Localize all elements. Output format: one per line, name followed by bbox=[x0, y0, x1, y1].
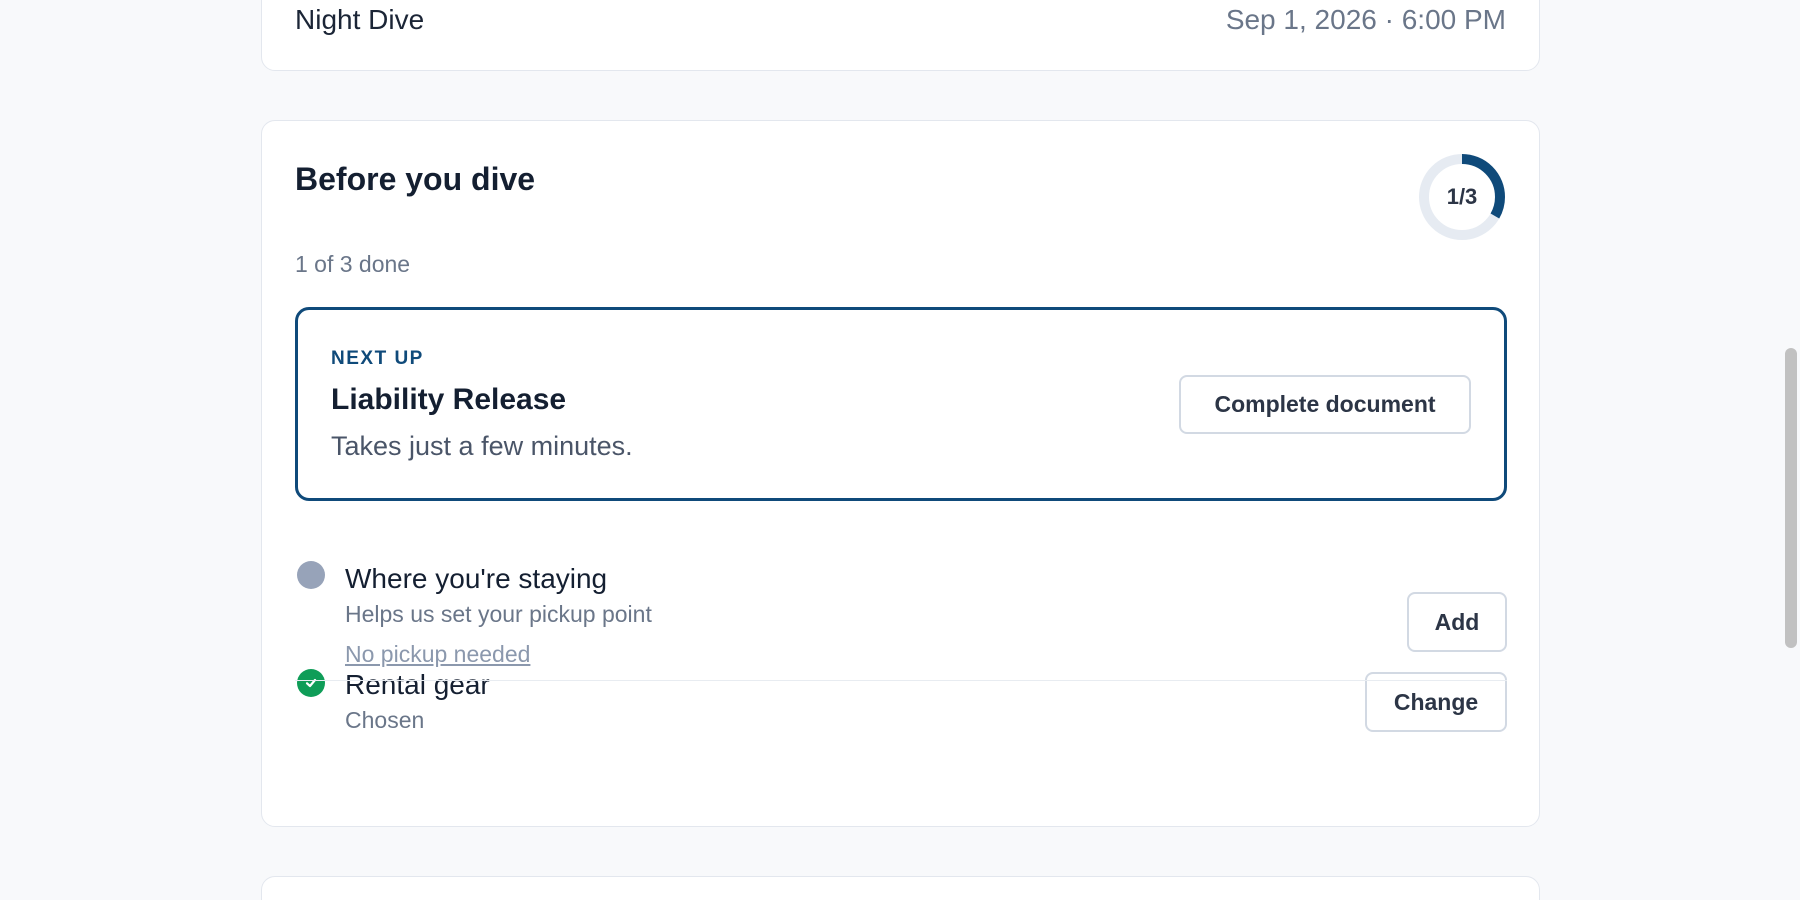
trip-summary-card: Night Dive Sep 1, 2026 · 6:00 PM bbox=[261, 0, 1540, 71]
checklist-card: Before you dive 1/3 1 of 3 done NEXT UP … bbox=[261, 120, 1540, 827]
complete-document-button[interactable]: Complete document bbox=[1179, 375, 1471, 434]
next-up-eyebrow: NEXT UP bbox=[331, 348, 424, 369]
task-row-where-staying: Where you're staying Helps us set your p… bbox=[295, 549, 1507, 733]
page: Night Dive Sep 1, 2026 · 6:00 PM Before … bbox=[0, 0, 1800, 900]
checkmark-icon bbox=[305, 678, 317, 688]
change-rental-gear-button[interactable]: Change bbox=[1365, 672, 1507, 732]
checklist-title: Before you dive bbox=[295, 161, 536, 197]
next-up-card: NEXT UP Liability Release Takes just a f… bbox=[295, 307, 1507, 501]
add-accommodation-button[interactable]: Add bbox=[1407, 592, 1507, 652]
pending-status-icon bbox=[297, 561, 325, 589]
task-description: Helps us set your pickup point bbox=[345, 601, 652, 627]
task-title: Rental gear bbox=[345, 669, 490, 700]
no-pickup-needed-link[interactable]: No pickup needed bbox=[345, 641, 530, 668]
trip-name: Night Dive bbox=[295, 4, 425, 35]
scrollbar[interactable] bbox=[1780, 0, 1800, 900]
progress-ring: 1/3 bbox=[1418, 153, 1506, 241]
scrollbar-thumb[interactable] bbox=[1785, 348, 1797, 648]
task-description: Chosen bbox=[345, 707, 425, 733]
next-up-description: Takes just a few minutes. bbox=[331, 431, 633, 461]
next-up-title: Liability Release bbox=[331, 383, 567, 416]
progress-label: 1/3 bbox=[1446, 184, 1478, 209]
progress-text: 1 of 3 done bbox=[295, 251, 411, 277]
check-circle-icon bbox=[297, 669, 325, 697]
next-card bbox=[261, 876, 1540, 900]
task-title: Where you're staying bbox=[345, 563, 608, 594]
trip-datetime: Sep 1, 2026 · 6:00 PM bbox=[1225, 4, 1506, 35]
row-divider bbox=[295, 680, 1507, 681]
